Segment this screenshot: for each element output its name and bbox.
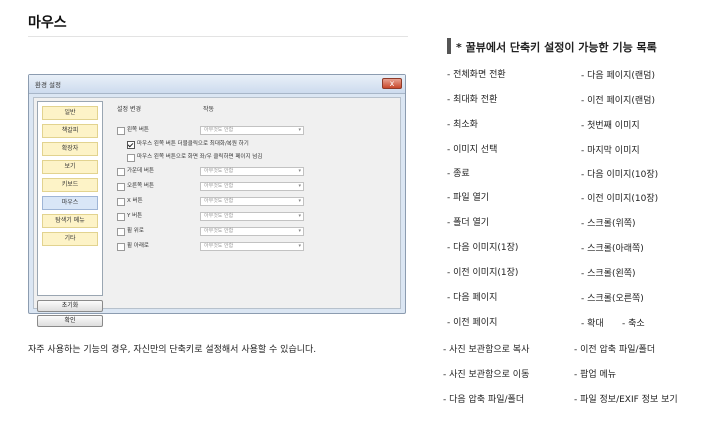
- list-item: - 종료: [447, 169, 470, 179]
- menu-extension[interactable]: 확장자: [42, 142, 98, 156]
- checkbox[interactable]: [117, 127, 125, 135]
- action-select-y[interactable]: 아무것도 안함 ▾: [200, 212, 304, 221]
- reset-button[interactable]: 초기화: [37, 300, 103, 312]
- option-label: Y 버튼: [127, 213, 143, 219]
- option-label: 마우스 왼쪽 버튼으로 화면 좌/우 클릭하면 페이지 넘김: [137, 154, 263, 160]
- column-setting: 설정 변경: [117, 106, 141, 113]
- list-item: - 전체화면 전환: [447, 70, 506, 80]
- dialog-body: 일반 책갈피 확장자 보기 키보드 마우스 탐색기 메뉴 기타 초기화 확인 설…: [33, 97, 401, 327]
- column-action: 작동: [203, 106, 215, 113]
- title-divider: [28, 36, 408, 37]
- list-item: - 최대화 전환: [447, 95, 498, 105]
- chevron-down-icon: ▾: [298, 168, 301, 174]
- shortcut-list-title: * 꿀뷰에서 단축키 설정이 가능한 기능 목록: [456, 41, 657, 54]
- menu-etc[interactable]: 기타: [42, 232, 98, 246]
- select-value: 아무것도 안함: [204, 228, 234, 234]
- list-item: - 이전 압축 파일/폴더: [574, 345, 656, 355]
- list-item: - 스크롤(왼쪽): [581, 269, 636, 279]
- list-item: - 마지막 이미지: [581, 146, 640, 156]
- list-item: - 이전 페이지(랜덤): [581, 96, 655, 106]
- ok-button[interactable]: 확인: [37, 315, 103, 327]
- list-item: - 이전 이미지(1장): [447, 268, 519, 278]
- list-item: - 다음 페이지: [447, 293, 498, 303]
- list-item: - 스크롤(오른쪽): [581, 294, 644, 304]
- list-item: - 사진 보관함으로 복사: [443, 345, 530, 355]
- list-item: - 이전 페이지: [447, 318, 498, 328]
- option-label: 가운데 버튼: [127, 168, 155, 174]
- action-select-x[interactable]: 아무것도 안함 ▾: [200, 197, 304, 206]
- select-value: 아무것도 안함: [204, 183, 234, 189]
- list-item: - 폴더 열기: [447, 218, 490, 228]
- list-item: - 사진 보관함으로 이동: [443, 370, 530, 380]
- list-item: - 파일 열기: [447, 193, 490, 203]
- list-item: - 다음 압축 파일/폴더: [443, 395, 525, 405]
- list-item: - 다음 이미지(1장): [447, 243, 519, 253]
- select-value: 아무것도 안함: [204, 213, 234, 219]
- option-label: X 버튼: [127, 198, 143, 204]
- list-item: - 최소화: [447, 120, 478, 130]
- list-item: - 파일 정보/EXIF 정보 보기: [574, 395, 678, 405]
- mouse-settings-panel: 설정 변경 작동 왼쪽 버튼 아무것도 안함 ▾ 마우스 왼쪽 버튼 더블클릭으로…: [108, 101, 399, 310]
- option-label: 마우스 왼쪽 버튼 더블클릭으로 최대화/복원 하기: [137, 141, 249, 147]
- list-item: - 확대: [581, 319, 604, 329]
- checkbox[interactable]: [117, 198, 125, 206]
- chevron-down-icon: ▾: [298, 127, 301, 133]
- list-item: - 이전 이미지(10장): [581, 194, 659, 204]
- chevron-down-icon: ▾: [298, 213, 301, 219]
- menu-keyboard[interactable]: 키보드: [42, 178, 98, 192]
- chevron-down-icon: ▾: [298, 243, 301, 249]
- list-item: - 축소: [622, 319, 645, 329]
- checkbox[interactable]: [117, 228, 125, 236]
- list-item: - 이미지 선택: [447, 145, 498, 155]
- action-select-right[interactable]: 아무것도 안함 ▾: [200, 182, 304, 191]
- list-item: - 첫번째 이미지: [581, 121, 640, 131]
- menu-view[interactable]: 보기: [42, 160, 98, 174]
- list-item: - 스크롤(아래쪽): [581, 244, 644, 254]
- checkbox[interactable]: [127, 154, 135, 162]
- page-title: 마우스: [28, 15, 67, 31]
- checkbox[interactable]: [117, 168, 125, 176]
- select-value: 아무것도 안함: [204, 243, 234, 249]
- action-select-wheel-up[interactable]: 아무것도 안함 ▾: [200, 227, 304, 236]
- settings-dialog: 환경 설정 x 일반 책갈피 확장자 보기 키보드 마우스 탐색기 메뉴 기타 …: [28, 74, 406, 327]
- select-value: 아무것도 안함: [204, 127, 234, 133]
- close-icon[interactable]: x: [382, 78, 402, 89]
- list-item: - 다음 페이지(랜덤): [581, 71, 655, 81]
- checkbox[interactable]: [117, 213, 125, 221]
- menu-general[interactable]: 일반: [42, 106, 98, 120]
- option-label: 휠 아래로: [127, 243, 149, 249]
- option-label: 오른쪽 버튼: [127, 183, 155, 189]
- list-item: - 다음 이미지(10장): [581, 170, 659, 180]
- list-item: - 팝업 메뉴: [574, 370, 617, 380]
- category-list: 일반 책갈피 확장자 보기 키보드 마우스 탐색기 메뉴 기타: [37, 101, 103, 296]
- checkbox-checked[interactable]: [127, 141, 135, 149]
- option-label: 휠 위로: [127, 228, 144, 234]
- select-value: 아무것도 안함: [204, 198, 234, 204]
- action-select-left[interactable]: 아무것도 안함 ▾: [200, 126, 304, 135]
- caption-text: 자주 사용하는 기능의 경우, 자신만의 단축키로 설정해서 사용할 수 있습니…: [28, 345, 317, 355]
- checkbox[interactable]: [117, 243, 125, 251]
- dialog-title: 환경 설정: [35, 81, 61, 89]
- dialog-titlebar: 환경 설정 x: [29, 75, 405, 94]
- menu-explorer[interactable]: 탐색기 메뉴: [42, 214, 98, 228]
- option-label: 왼쪽 버튼: [127, 127, 149, 133]
- checkbox[interactable]: [117, 183, 125, 191]
- chevron-down-icon: ▾: [298, 183, 301, 189]
- action-select-wheel-down[interactable]: 아무것도 안함 ▾: [200, 242, 304, 251]
- chevron-down-icon: ▾: [298, 228, 301, 234]
- menu-mouse[interactable]: 마우스: [42, 196, 98, 210]
- action-select-middle[interactable]: 아무것도 안함 ▾: [200, 167, 304, 176]
- list-item: - 스크롤(위쪽): [581, 219, 636, 229]
- select-value: 아무것도 안함: [204, 168, 234, 174]
- chevron-down-icon: ▾: [298, 198, 301, 204]
- title-bar-decoration: [447, 38, 451, 54]
- menu-bookmark[interactable]: 책갈피: [42, 124, 98, 138]
